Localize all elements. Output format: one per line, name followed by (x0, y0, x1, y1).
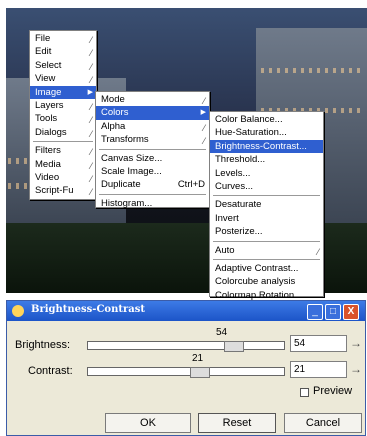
image-submenu: Mode ⁄ Colors ▶ Alpha ⁄ Transforms ⁄ Canvas … (95, 91, 210, 210)
contrast-value: 21 (192, 353, 204, 364)
menu-item-scale-image[interactable]: Scale Image... (96, 165, 209, 178)
brightness-slider[interactable] (87, 341, 285, 352)
menu-item-levels[interactable]: Levels... (210, 167, 323, 180)
preview-checkbox[interactable] (300, 388, 309, 397)
main-menu: File ⁄ Edit ⁄ Select ⁄ View ⁄ Image ▶ Layers ⁄… (29, 30, 97, 200)
menu-separator (213, 240, 320, 242)
menu-item-image[interactable]: Image ▶ (30, 85, 96, 99)
menu-item-alpha[interactable]: Alpha ⁄ (96, 120, 209, 133)
menu-item-dialogs[interactable]: Dialogs ⁄ (30, 126, 96, 139)
minimize-button[interactable]: _ (307, 304, 323, 320)
menu-item-colors[interactable]: Colors ▶ (96, 106, 209, 120)
contrast-slider[interactable] (87, 367, 285, 378)
preview-label: Preview (313, 385, 353, 397)
cancel-button[interactable]: Cancel (284, 413, 362, 433)
contrast-label: Contrast: (28, 365, 73, 377)
menu-separator (213, 258, 320, 260)
menu-separator (99, 148, 206, 150)
maximize-button[interactable]: □ (325, 304, 341, 320)
duplicate-shortcut: Ctrl+D (177, 179, 205, 191)
dialog-title: Brightness-Contrast (31, 304, 145, 315)
menu-item-edit[interactable]: Edit ⁄ (30, 45, 96, 58)
menu-item-colorcube-analysis[interactable]: Colorcube analysis (210, 275, 323, 288)
menu-item-file[interactable]: File ⁄ (30, 32, 96, 45)
menu-item-select[interactable]: Select ⁄ (30, 59, 96, 72)
menu-item-invert[interactable]: Invert (210, 212, 323, 225)
menu-item-layers[interactable]: Layers ⁄ (30, 99, 96, 112)
chain-arrow-icon[interactable]: → (350, 362, 362, 376)
menu-item-brightness-contrast[interactable]: Brightness-Contrast... (210, 139, 323, 154)
submenu-arrow-icon: ▶ (200, 109, 206, 117)
menu-item-media[interactable]: Media ⁄ (30, 158, 96, 171)
menu-item-adaptive-contrast[interactable]: Adaptive Contrast... (210, 262, 323, 275)
menu-item-hue-saturation[interactable]: Hue-Saturation... (210, 126, 323, 139)
menu-item-duplicate[interactable]: Duplicate Ctrl+D (96, 178, 209, 191)
menu-item-tools[interactable]: Tools ⁄ (30, 112, 96, 125)
menu-item-posterize[interactable]: Posterize... (210, 225, 323, 238)
menu-item-view[interactable]: View ⁄ (30, 72, 96, 85)
menu-separator (213, 195, 320, 197)
app-icon (12, 305, 24, 317)
menu-separator (99, 193, 206, 195)
brightness-slider-thumb[interactable] (224, 341, 244, 352)
menu-item-video[interactable]: Video ⁄ (30, 171, 96, 184)
contrast-slider-thumb[interactable] (190, 367, 210, 378)
menu-item-canvas-size[interactable]: Canvas Size... (96, 152, 209, 165)
close-button[interactable]: X (343, 304, 359, 320)
reset-button[interactable]: Reset (198, 413, 276, 433)
ok-button[interactable]: OK (105, 413, 191, 433)
menu-item-transforms[interactable]: Transforms ⁄ (96, 133, 209, 146)
chain-arrow-icon[interactable]: → (350, 336, 362, 350)
menu-item-script-fu[interactable]: Script-Fu ⁄ (30, 184, 96, 197)
submenu-arrow-icon: ▶ (87, 88, 93, 96)
menu-separator (33, 141, 93, 143)
dialog-titlebar[interactable]: Brightness-Contrast _ □ X (7, 301, 365, 321)
brightness-value: 54 (216, 327, 228, 338)
menu-item-desaturate[interactable]: Desaturate (210, 198, 323, 211)
menu-item-threshold[interactable]: Threshold... (210, 153, 323, 166)
windows-right (261, 68, 361, 73)
menu-item-histogram[interactable]: Histogram... (96, 197, 209, 210)
menu-item-mode[interactable]: Mode ⁄ (96, 93, 209, 106)
menu-item-filters[interactable]: Filters ⁄ (30, 144, 96, 157)
brightness-contrast-dialog: Brightness-Contrast _ □ X Brightness: 54… (6, 300, 366, 436)
menu-item-auto[interactable]: Auto ⁄ (210, 244, 323, 257)
brightness-field[interactable]: 54 (290, 335, 347, 352)
contrast-field[interactable]: 21 (290, 361, 347, 378)
menu-item-curves[interactable]: Curves... (210, 180, 323, 193)
menu-item-color-balance[interactable]: Color Balance... (210, 113, 323, 126)
colors-submenu: Color Balance... Hue-Saturation... Brigh… (209, 111, 324, 301)
brightness-label: Brightness: (15, 339, 71, 351)
